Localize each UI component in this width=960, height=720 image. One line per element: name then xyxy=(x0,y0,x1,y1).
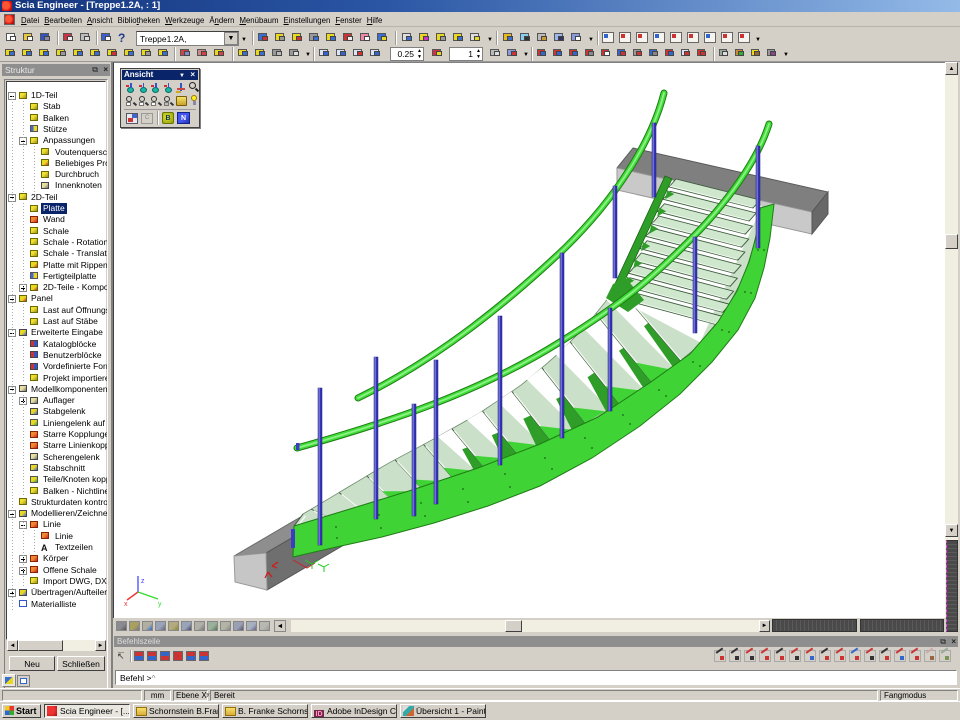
svg-text:x: x xyxy=(124,601,128,608)
svg-text:y: y xyxy=(158,601,162,608)
svg-text:z: z xyxy=(141,578,145,585)
